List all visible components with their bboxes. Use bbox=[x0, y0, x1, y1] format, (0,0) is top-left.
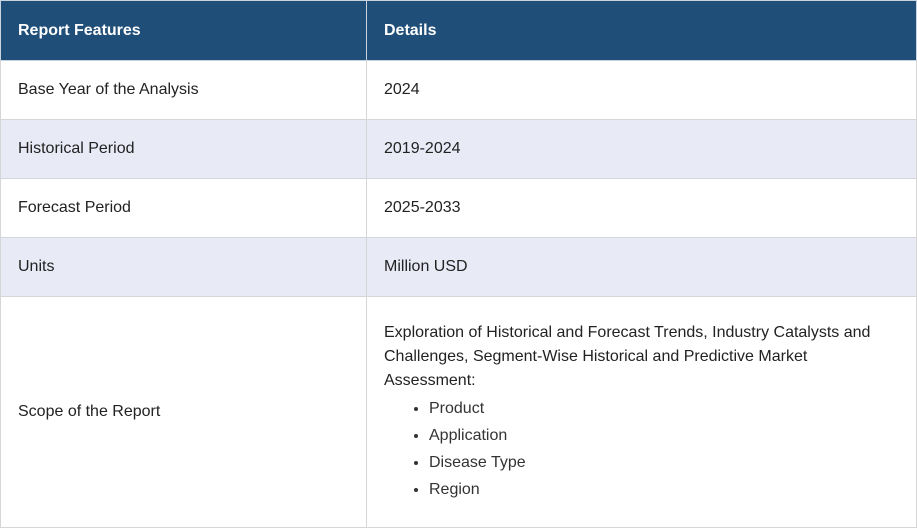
table-header-row: Report Features Details bbox=[0, 0, 917, 61]
header-details: Details bbox=[366, 0, 917, 61]
list-item: Application bbox=[429, 422, 899, 449]
row-feature-cell: Base Year of the Analysis bbox=[0, 60, 367, 120]
row-feature-cell: Historical Period bbox=[0, 119, 367, 179]
scope-description: Exploration of Historical and Forecast T… bbox=[384, 324, 871, 389]
scope-detail-cell: Exploration of Historical and Forecast T… bbox=[366, 296, 917, 528]
row-detail-cell: 2024 bbox=[366, 60, 917, 120]
table-row: Forecast Period 2025-2033 bbox=[0, 178, 917, 238]
table-row: Units Million USD bbox=[0, 237, 917, 297]
row-feature-cell: Units bbox=[0, 237, 367, 297]
row-detail-cell: Million USD bbox=[366, 237, 917, 297]
row-detail-cell: 2025-2033 bbox=[366, 178, 917, 238]
table-row-scope: Scope of the Report Exploration of Histo… bbox=[0, 296, 917, 528]
list-item: Product bbox=[429, 395, 899, 422]
scope-segment-list: Product Application Disease Type Region bbox=[384, 395, 899, 503]
scope-feature-cell: Scope of the Report bbox=[0, 296, 367, 528]
table-row: Base Year of the Analysis 2024 bbox=[0, 60, 917, 120]
list-item: Disease Type bbox=[429, 449, 899, 476]
list-item: Region bbox=[429, 476, 899, 503]
report-features-table: Report Features Details Base Year of the… bbox=[0, 0, 917, 528]
header-report-features: Report Features bbox=[0, 0, 367, 61]
table-row: Historical Period 2019-2024 bbox=[0, 119, 917, 179]
row-feature-cell: Forecast Period bbox=[0, 178, 367, 238]
row-detail-cell: 2019-2024 bbox=[366, 119, 917, 179]
